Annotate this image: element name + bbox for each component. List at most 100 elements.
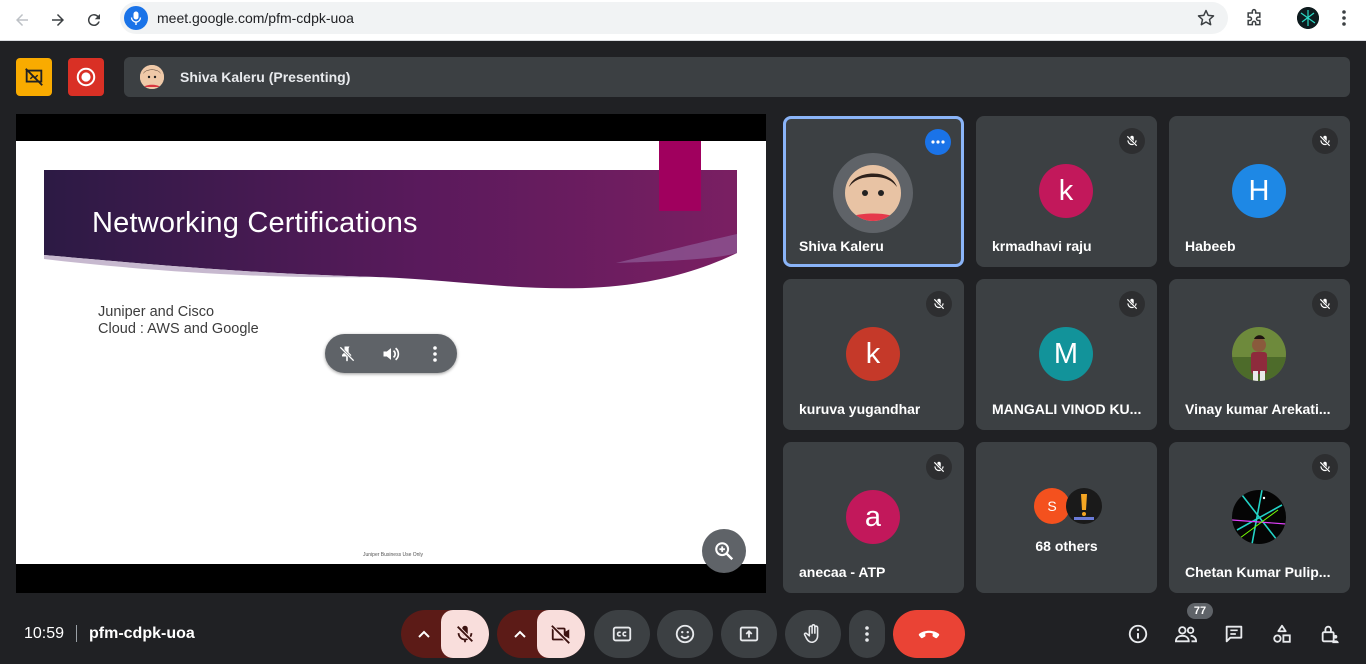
mic-off-icon [1312,128,1338,154]
captions-button[interactable] [594,610,650,658]
reload-button[interactable] [80,6,108,34]
presentation-off-icon [25,68,43,86]
meeting-code: pfm-cdpk-uoa [89,625,195,642]
hand-icon [803,624,819,644]
others-avatar-photo [1066,488,1102,524]
chevron-up-icon [418,630,430,638]
participant-name: kuruva yugandhar [799,401,921,417]
host-controls-button[interactable] [1316,620,1344,648]
presenter-avatar [140,65,164,89]
tile-more-options-icon[interactable] [925,129,951,155]
participant-name: anecaa - ATP [799,564,886,580]
arrow-back-icon [16,14,28,26]
participant-tile[interactable]: M MANGALI VINOD KU... [976,279,1157,430]
slide-title: Networking Certifications [92,207,418,239]
mic-off-icon [1119,128,1145,154]
divider [76,625,77,642]
participant-name: Vinay kumar Arekati... [1185,401,1331,417]
participant-tile[interactable]: Chetan Kumar Pulip... [1169,442,1350,593]
speaking-ring [833,153,913,233]
others-count-label: 68 others [1035,538,1098,554]
volume-icon[interactable] [379,342,403,366]
more-options-button[interactable] [849,610,885,658]
mic-off-icon [926,291,952,317]
url-text: meet.google.com/pfm-cdpk-uoa [157,10,354,26]
meeting-clock: 10:59 [24,625,65,642]
others-avatars: S [1034,488,1104,524]
microphone-in-use-icon[interactable] [124,6,148,30]
participant-count-badge: 77 [1187,603,1213,619]
raise-hand-button[interactable] [785,610,841,658]
forward-button[interactable] [44,6,72,34]
participant-tile[interactable]: Vinay kumar Arekati... [1169,279,1350,430]
reactions-button[interactable] [657,610,713,658]
participant-avatar: k [846,327,900,381]
browser-menu-icon[interactable] [1332,6,1356,30]
browser-toolbar: meet.google.com/pfm-cdpk-uoa [0,0,1366,41]
recording-button[interactable] [68,58,104,96]
chevron-up-icon [514,630,526,638]
chat-button[interactable] [1220,620,1248,648]
closed-captions-icon [612,626,632,642]
slide-bullet: Cloud : AWS and Google [98,321,259,337]
address-bar[interactable]: meet.google.com/pfm-cdpk-uoa [120,2,1228,34]
zoom-in-icon [715,542,734,561]
mic-off-icon [1312,454,1338,480]
chat-icon [1225,625,1243,643]
reload-icon [87,14,100,27]
participant-avatar: a [846,490,900,544]
toggle-microphone-button[interactable] [441,610,489,658]
mic-off-icon [1312,291,1338,317]
presenter-label: Shiva Kaleru (Presenting) [180,69,351,85]
participant-name: MANGALI VINOD KU... [992,401,1142,417]
unpin-icon[interactable] [335,342,359,366]
participant-name: krmadhavi raju [992,238,1092,254]
participant-avatar: k [1039,164,1093,218]
back-button[interactable] [8,6,36,34]
others-avatar: S [1034,488,1070,524]
toggle-camera-button[interactable] [537,610,585,658]
participant-tile[interactable]: k krmadhavi raju [976,116,1157,267]
zoom-button[interactable] [702,529,746,573]
presentation-controls-pill [325,334,457,373]
mic-off-icon [1119,291,1145,317]
more-vert-icon [865,626,869,642]
participant-photo [1232,490,1286,544]
more-options-icon[interactable] [423,342,447,366]
camera-control-group [497,610,585,658]
meeting-details-button[interactable] [1124,620,1152,648]
people-icon [1174,626,1198,643]
people-button[interactable] [1172,620,1200,648]
participant-tile[interactable]: H Habeeb [1169,116,1350,267]
bookmark-star-icon[interactable] [1196,8,1216,28]
participant-tile[interactable]: k kuruva yugandhar [783,279,964,430]
present-now-button[interactable] [721,610,777,658]
participant-name: Habeeb [1185,238,1236,254]
presenter-banner: Shiva Kaleru (Presenting) [124,57,1350,97]
activities-button[interactable] [1268,620,1296,648]
participant-tile[interactable]: Shiva Kaleru [783,116,964,267]
slide-footer: Juniper Business Use Only [363,552,424,558]
others-tile[interactable]: S 68 others [976,442,1157,593]
record-icon [76,67,96,87]
participant-name: Shiva Kaleru [799,238,884,254]
mic-off-icon [926,454,952,480]
participant-avatar: M [1039,327,1093,381]
participant-photo [845,165,901,221]
extensions-puzzle-icon[interactable] [1242,6,1266,30]
microphone-control-group [401,610,489,658]
participant-avatar: H [1232,164,1286,218]
activities-shapes-icon [1273,624,1291,643]
info-icon [1128,624,1148,644]
participant-tile[interactable]: a anecaa - ATP [783,442,964,593]
leave-call-button[interactable] [893,610,965,658]
arrow-forward-icon [52,14,64,26]
slide-accent-tab [659,141,701,211]
profile-avatar[interactable] [1297,7,1319,29]
lock-person-icon [1321,625,1339,644]
call-end-icon [918,630,940,639]
slide-bullet: Juniper and Cisco [98,304,215,320]
camera-off-icon [550,624,571,645]
hide-presentation-button[interactable] [16,58,52,96]
mic-off-icon [456,625,474,643]
